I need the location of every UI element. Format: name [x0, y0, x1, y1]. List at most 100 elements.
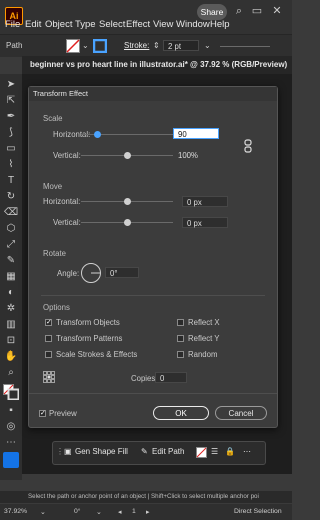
stroke-swatch-icon[interactable] — [93, 39, 107, 53]
fill-swatch-icon[interactable] — [66, 39, 80, 53]
move-horizontal-slider-thumb[interactable] — [124, 198, 131, 205]
ok-button[interactable]: OK — [153, 406, 209, 420]
rotate-tool-icon[interactable]: ↻ — [4, 190, 18, 204]
type-tool-icon[interactable]: T — [4, 174, 18, 188]
shape-builder-tool-icon[interactable]: ⬡ — [4, 222, 18, 236]
chevron-down-icon[interactable]: ⌄ — [40, 508, 46, 516]
transform-objects-checkbox[interactable]: ✓ — [45, 319, 52, 326]
menu-help[interactable]: Help — [210, 19, 230, 30]
menu-view[interactable]: View — [153, 19, 173, 30]
hand-tool-icon[interactable]: ✋ — [4, 350, 18, 364]
move-vertical-input[interactable]: 0 px — [182, 217, 228, 228]
brush-tool-icon[interactable]: ⌇ — [4, 158, 18, 172]
rotation-value[interactable]: 0° — [74, 508, 81, 515]
transform-objects-label[interactable]: Transform Objects — [56, 318, 120, 327]
move-vertical-slider-thumb[interactable] — [124, 219, 131, 226]
scale-vertical-input[interactable]: 100% — [173, 149, 219, 160]
reflect-x-label[interactable]: Reflect X — [188, 318, 220, 327]
direct-selection-tool-icon[interactable]: ⇱ — [4, 94, 18, 108]
menu-type[interactable]: Type — [75, 19, 96, 30]
stroke-label[interactable]: Stroke: — [124, 41, 149, 50]
reflect-y-checkbox[interactable] — [177, 335, 184, 342]
close-icon[interactable]: ✕ — [270, 4, 284, 18]
scale-strokes-label[interactable]: Scale Strokes & Effects — [56, 350, 137, 359]
zoom-level[interactable]: 37.92% — [4, 508, 27, 515]
search-icon[interactable]: ⌕ — [232, 4, 246, 18]
fill-stroke-swatches-icon[interactable] — [3, 384, 19, 400]
transform-patterns-checkbox[interactable] — [45, 335, 52, 342]
chevron-down-icon[interactable]: ⌄ — [82, 41, 89, 50]
share-button[interactable]: Share — [197, 4, 227, 20]
selection-tool-icon[interactable]: ➤ — [4, 78, 18, 92]
stroke-weight-input[interactable]: 2 pt — [163, 40, 199, 51]
align-icon[interactable]: ☰ — [211, 447, 218, 456]
eyedropper-tool-icon[interactable]: ✎ — [4, 254, 18, 268]
scale-horizontal-input[interactable]: 90 — [173, 128, 219, 139]
graph-tool-icon[interactable]: ▥ — [4, 318, 18, 332]
menu-select[interactable]: Select — [99, 19, 125, 30]
link-proportions-icon[interactable] — [243, 139, 253, 153]
rectangle-tool-icon[interactable]: ▭ — [4, 142, 18, 156]
angle-dial-icon[interactable] — [80, 262, 102, 284]
workspace-icon[interactable]: ▭ — [250, 4, 264, 18]
footer-divider — [29, 393, 277, 394]
copies-input[interactable]: 0 — [155, 372, 187, 383]
artboard-next-icon[interactable]: ▸ — [146, 508, 149, 516]
artboard-number[interactable]: 1 — [132, 508, 136, 515]
edit-path-button[interactable]: Edit Path — [152, 447, 184, 456]
menu-effect[interactable]: Effect — [126, 19, 150, 30]
edit-path-icon[interactable]: ✎ — [141, 447, 148, 456]
curvature-tool-icon[interactable]: ⟆ — [4, 126, 18, 140]
control-bar: Path ⌄ Stroke: ⇕ 2 pt ⌄ — [0, 34, 292, 57]
copies-label: Copies — [131, 374, 156, 383]
cancel-button[interactable]: Cancel — [215, 406, 267, 420]
scale-horizontal-slider-thumb[interactable] — [94, 131, 102, 138]
menu-edit[interactable]: Edit — [25, 19, 41, 30]
move-vertical-label: Vertical: — [53, 218, 81, 227]
angle-input[interactable]: 0° — [105, 267, 139, 278]
artboard-tool-icon[interactable]: ⊡ — [4, 334, 18, 348]
preview-checkbox[interactable]: ✓ — [39, 410, 46, 417]
menu-bar: Ai File Edit Object Type Select Effect V… — [0, 0, 292, 34]
artboard-prev-icon[interactable]: ◂ — [118, 508, 121, 516]
rotate-section-title: Rotate — [43, 249, 66, 258]
color-mode-icon[interactable]: ▪ — [4, 404, 18, 418]
eraser-tool-icon[interactable]: ⌫ — [4, 206, 18, 220]
dialog-titlebar[interactable]: Transform Effect — [29, 87, 277, 101]
stroke-profile-line[interactable] — [220, 46, 270, 47]
scale-vertical-slider-thumb[interactable] — [123, 152, 131, 159]
more-tools-icon[interactable]: ⋯ — [4, 436, 18, 450]
menu-window[interactable]: Window — [176, 19, 210, 30]
transform-patterns-label[interactable]: Transform Patterns — [56, 334, 122, 343]
gen-shape-fill-icon[interactable]: ▣ — [64, 447, 72, 456]
scale-tool-icon[interactable]: ⤢ — [4, 238, 18, 252]
preview-label[interactable]: Preview — [49, 409, 77, 418]
options-divider — [41, 295, 265, 296]
move-horizontal-label: Horizontal: — [43, 197, 81, 206]
reference-point-icon[interactable] — [43, 371, 55, 383]
scale-strokes-checkbox[interactable] — [45, 351, 52, 358]
zoom-tool-icon[interactable]: ⌕ — [4, 366, 18, 380]
menu-object[interactable]: Object — [45, 19, 72, 30]
gradient-tool-icon[interactable]: ▦ — [4, 270, 18, 284]
drag-handle-icon[interactable]: ⋮ — [56, 447, 64, 456]
reflect-y-label[interactable]: Reflect Y — [188, 334, 220, 343]
stroke-stepper-icon[interactable]: ⇕ — [153, 41, 160, 50]
lock-icon[interactable]: 🔒 — [225, 447, 235, 456]
draw-mode-icon[interactable]: ◎ — [4, 420, 18, 434]
document-tab[interactable]: beginner vs pro heart line in illustrato… — [22, 56, 292, 74]
random-label[interactable]: Random — [188, 350, 217, 359]
more-options-icon[interactable]: ⋯ — [243, 447, 251, 456]
generative-tool-icon[interactable] — [3, 452, 19, 468]
pen-tool-icon[interactable]: ✒ — [4, 110, 18, 124]
gen-shape-fill-button[interactable]: Gen Shape Fill — [75, 447, 128, 456]
fill-none-swatch-icon[interactable] — [196, 447, 207, 458]
menu-file[interactable]: File — [5, 19, 20, 30]
chevron-down-icon[interactable]: ⌄ — [204, 41, 211, 50]
move-horizontal-input[interactable]: 0 px — [182, 196, 228, 207]
random-checkbox[interactable] — [177, 351, 184, 358]
reflect-x-checkbox[interactable] — [177, 319, 184, 326]
blend-tool-icon[interactable]: ◐ — [4, 286, 18, 300]
symbol-sprayer-tool-icon[interactable]: ✲ — [4, 302, 18, 316]
chevron-down-icon[interactable]: ⌄ — [96, 508, 102, 516]
